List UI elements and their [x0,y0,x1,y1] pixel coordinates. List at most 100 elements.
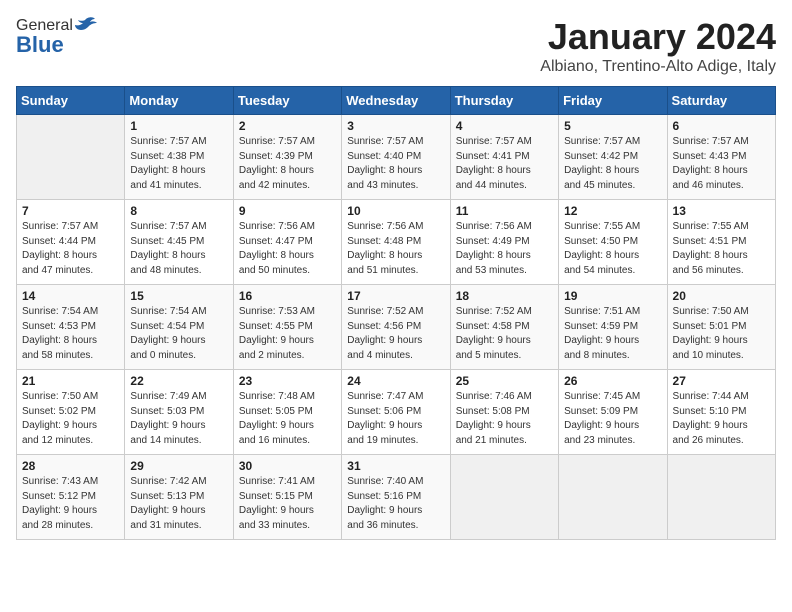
calendar-cell: 8Sunrise: 7:57 AM Sunset: 4:45 PM Daylig… [125,200,233,285]
day-number: 16 [239,289,336,303]
weekday-header: Monday [125,87,233,115]
calendar-cell: 22 Sunrise: 7:49 AM Sunset: 5:03 PM Dayli… [125,370,233,455]
day-info: Sunrise: 7:41 AM Sunset: 5:15 PM Dayligh… [239,475,336,533]
day-info: Sunrise: 7:57 AM Sunset: 4:40 PM Dayligh… [347,135,444,193]
location-title: Albiano, Trentino-Alto Adige, Italy [540,58,776,76]
day-info: Sunrise: 7:47 AM Sunset: 5:06 PM Dayligh… [347,390,444,448]
calendar-cell: 5 Sunrise: 7:57 AM Sunset: 4:42 PM Daylig… [559,115,667,200]
day-info: Sunrise: 7:56 AM Sunset: 4:49 PM Dayligh… [456,220,553,278]
calendar-cell [450,455,558,540]
day-number: 19 [564,289,661,303]
day-info: Sunrise: 7:55 AM Sunset: 4:51 PM Dayligh… [673,220,770,278]
calendar-cell: 16 Sunrise: 7:53 AM Sunset: 4:55 PM Dayli… [233,285,341,370]
day-info: Sunrise: 7:57 AM Sunset: 4:38 PM Dayligh… [130,135,227,193]
calendar-week-row: 7Sunrise: 7:57 AM Sunset: 4:44 PM Daylig… [17,200,776,285]
calendar-header: SundayMondayTuesdayWednesdayThursdayFrid… [17,87,776,115]
day-number: 2 [239,119,336,133]
calendar-cell: 14 Sunrise: 7:54 AM Sunset: 4:53 PM Dayli… [17,285,125,370]
day-number: 26 [564,374,661,388]
calendar-cell: 19 Sunrise: 7:51 AM Sunset: 4:59 PM Dayli… [559,285,667,370]
day-number: 9 [239,204,336,218]
calendar-week-row: 21Sunrise: 7:50 AM Sunset: 5:02 PM Dayli… [17,370,776,455]
day-info: Sunrise: 7:53 AM Sunset: 4:55 PM Dayligh… [239,305,336,363]
day-number: 6 [673,119,770,133]
day-number: 29 [130,459,227,473]
day-info: Sunrise: 7:45 AM Sunset: 5:09 PM Dayligh… [564,390,661,448]
day-info: Sunrise: 7:57 AM Sunset: 4:41 PM Dayligh… [456,135,553,193]
weekday-header: Wednesday [342,87,450,115]
calendar-week-row: 1 Sunrise: 7:57 AM Sunset: 4:38 PM Daylig… [17,115,776,200]
calendar-cell [559,455,667,540]
day-info: Sunrise: 7:42 AM Sunset: 5:13 PM Dayligh… [130,475,227,533]
day-number: 1 [130,119,227,133]
bird-icon [75,16,97,36]
day-info: Sunrise: 7:51 AM Sunset: 4:59 PM Dayligh… [564,305,661,363]
calendar-cell: 10Sunrise: 7:56 AM Sunset: 4:48 PM Dayli… [342,200,450,285]
calendar-cell: 11 Sunrise: 7:56 AM Sunset: 4:49 PM Dayli… [450,200,558,285]
calendar-cell [667,455,775,540]
weekday-header: Thursday [450,87,558,115]
calendar-cell: 17 Sunrise: 7:52 AM Sunset: 4:56 PM Dayli… [342,285,450,370]
day-number: 18 [456,289,553,303]
calendar-cell: 7Sunrise: 7:57 AM Sunset: 4:44 PM Daylig… [17,200,125,285]
calendar-cell: 28Sunrise: 7:43 AM Sunset: 5:12 PM Dayli… [17,455,125,540]
day-info: Sunrise: 7:52 AM Sunset: 4:56 PM Dayligh… [347,305,444,363]
day-info: Sunrise: 7:56 AM Sunset: 4:48 PM Dayligh… [347,220,444,278]
month-title: January 2024 [540,16,776,58]
weekday-header: Friday [559,87,667,115]
calendar-cell: 30 Sunrise: 7:41 AM Sunset: 5:15 PM Dayli… [233,455,341,540]
day-number: 28 [22,459,119,473]
day-number: 5 [564,119,661,133]
calendar-week-row: 28Sunrise: 7:43 AM Sunset: 5:12 PM Dayli… [17,455,776,540]
calendar-cell: 24 Sunrise: 7:47 AM Sunset: 5:06 PM Dayli… [342,370,450,455]
calendar-table: SundayMondayTuesdayWednesdayThursdayFrid… [16,86,776,540]
weekday-header: Tuesday [233,87,341,115]
day-info: Sunrise: 7:57 AM Sunset: 4:42 PM Dayligh… [564,135,661,193]
logo: General Blue [16,16,97,58]
day-info: Sunrise: 7:44 AM Sunset: 5:10 PM Dayligh… [673,390,770,448]
calendar-cell: 27 Sunrise: 7:44 AM Sunset: 5:10 PM Dayli… [667,370,775,455]
day-number: 11 [456,204,553,218]
calendar-cell: 6Sunrise: 7:57 AM Sunset: 4:43 PM Daylig… [667,115,775,200]
weekday-header: Saturday [667,87,775,115]
calendar-cell: 15Sunrise: 7:54 AM Sunset: 4:54 PM Dayli… [125,285,233,370]
calendar-cell: 2 Sunrise: 7:57 AM Sunset: 4:39 PM Daylig… [233,115,341,200]
day-number: 24 [347,374,444,388]
day-info: Sunrise: 7:56 AM Sunset: 4:47 PM Dayligh… [239,220,336,278]
day-number: 3 [347,119,444,133]
day-info: Sunrise: 7:52 AM Sunset: 4:58 PM Dayligh… [456,305,553,363]
calendar-cell: 18 Sunrise: 7:52 AM Sunset: 4:58 PM Dayli… [450,285,558,370]
calendar-cell: 4Sunrise: 7:57 AM Sunset: 4:41 PM Daylig… [450,115,558,200]
day-number: 23 [239,374,336,388]
day-number: 20 [673,289,770,303]
day-info: Sunrise: 7:49 AM Sunset: 5:03 PM Dayligh… [130,390,227,448]
calendar-cell: 13 Sunrise: 7:55 AM Sunset: 4:51 PM Dayli… [667,200,775,285]
day-info: Sunrise: 7:57 AM Sunset: 4:44 PM Dayligh… [22,220,119,278]
calendar-cell: 9 Sunrise: 7:56 AM Sunset: 4:47 PM Daylig… [233,200,341,285]
calendar-cell: 29 Sunrise: 7:42 AM Sunset: 5:13 PM Dayli… [125,455,233,540]
day-number: 14 [22,289,119,303]
day-info: Sunrise: 7:57 AM Sunset: 4:39 PM Dayligh… [239,135,336,193]
weekday-header: Sunday [17,87,125,115]
day-info: Sunrise: 7:50 AM Sunset: 5:02 PM Dayligh… [22,390,119,448]
logo-blue-text: Blue [16,32,64,58]
day-info: Sunrise: 7:46 AM Sunset: 5:08 PM Dayligh… [456,390,553,448]
calendar-cell: 1 Sunrise: 7:57 AM Sunset: 4:38 PM Daylig… [125,115,233,200]
day-number: 22 [130,374,227,388]
header-row: SundayMondayTuesdayWednesdayThursdayFrid… [17,87,776,115]
day-info: Sunrise: 7:54 AM Sunset: 4:53 PM Dayligh… [22,305,119,363]
calendar-cell: 12Sunrise: 7:55 AM Sunset: 4:50 PM Dayli… [559,200,667,285]
day-number: 17 [347,289,444,303]
calendar-cell: 25Sunrise: 7:46 AM Sunset: 5:08 PM Dayli… [450,370,558,455]
day-info: Sunrise: 7:57 AM Sunset: 4:45 PM Dayligh… [130,220,227,278]
calendar-cell [17,115,125,200]
day-number: 30 [239,459,336,473]
calendar-cell: 31 Sunrise: 7:40 AM Sunset: 5:16 PM Dayli… [342,455,450,540]
day-number: 13 [673,204,770,218]
day-number: 31 [347,459,444,473]
day-number: 27 [673,374,770,388]
calendar-cell: 20Sunrise: 7:50 AM Sunset: 5:01 PM Dayli… [667,285,775,370]
day-info: Sunrise: 7:40 AM Sunset: 5:16 PM Dayligh… [347,475,444,533]
calendar-cell: 21Sunrise: 7:50 AM Sunset: 5:02 PM Dayli… [17,370,125,455]
title-section: January 2024 Albiano, Trentino-Alto Adig… [540,16,776,76]
